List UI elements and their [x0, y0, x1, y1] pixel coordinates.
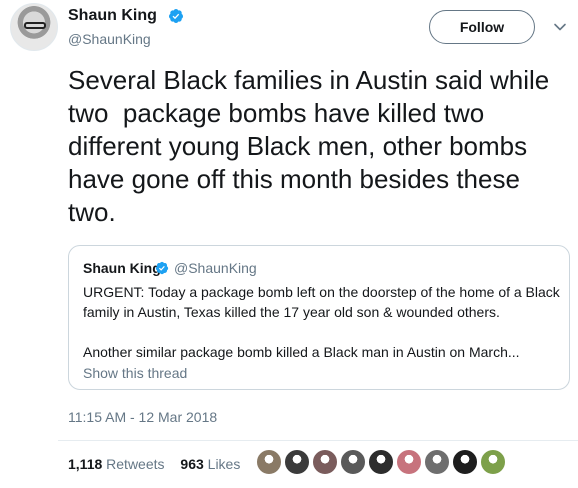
tweet-header: Shaun King @ShaunKing Follow [0, 0, 578, 60]
liker-avatar[interactable] [368, 449, 394, 475]
quoted-paragraph-1: URGENT: Today a package bomb left on the… [83, 284, 560, 320]
liker-avatar[interactable] [452, 449, 478, 475]
quoted-tweet-text: URGENT: Today a package bomb left on the… [83, 282, 561, 362]
likes-stat[interactable]: 963 Likes [180, 456, 240, 472]
avatar-glasses [24, 22, 46, 29]
quoted-tweet[interactable]: Shaun King @ShaunKing URGENT: Today a pa… [68, 245, 570, 390]
author-name[interactable]: Shaun King [68, 6, 157, 26]
tweet-stats: 1,118 Retweets 963 Likes [68, 455, 240, 473]
tweet-timestamp[interactable]: 11:15 AM - 12 Mar 2018 [68, 409, 217, 425]
likes-count: 963 [180, 456, 204, 472]
liker-avatars [256, 449, 526, 479]
liker-avatar[interactable] [284, 449, 310, 475]
quoted-paragraph-2: Another similar package bomb killed a Bl… [83, 344, 520, 360]
retweets-stat[interactable]: 1,118 Retweets [68, 456, 165, 472]
retweets-label: Retweets [106, 456, 165, 472]
liker-avatar[interactable] [312, 449, 338, 475]
liker-avatar[interactable] [256, 449, 282, 475]
divider [58, 440, 578, 441]
liker-avatar[interactable] [424, 449, 450, 475]
verified-badge-icon [168, 9, 183, 23]
verified-badge-icon [155, 261, 169, 275]
author-avatar[interactable] [10, 3, 58, 51]
liker-avatar[interactable] [340, 449, 366, 475]
quoted-author-handle: @ShaunKing [174, 260, 257, 276]
tweet-text: Several Black families in Austin said wh… [68, 65, 557, 227]
follow-button[interactable]: Follow [429, 10, 535, 44]
likes-label: Likes [207, 456, 241, 472]
chevron-down-icon[interactable] [553, 20, 567, 34]
liker-avatar[interactable] [396, 449, 422, 475]
author-handle[interactable]: @ShaunKing [68, 30, 151, 48]
liker-avatar[interactable] [480, 449, 506, 475]
retweets-count: 1,118 [68, 456, 103, 472]
quoted-author-name: Shaun King [83, 260, 161, 276]
show-thread-link[interactable]: Show this thread [83, 365, 187, 381]
